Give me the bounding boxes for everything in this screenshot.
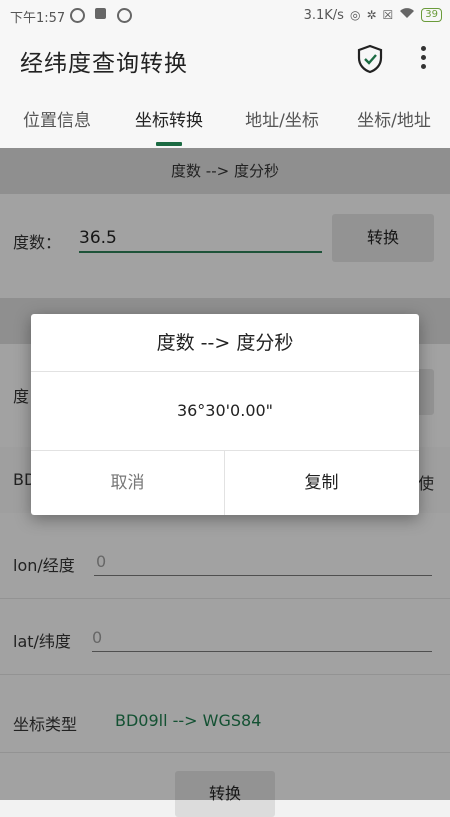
sync-icon [117,8,132,23]
notification-icon [70,8,85,23]
result-dialog: 度数 --> 度分秒 36°30'0.00" 取消 复制 [31,314,419,515]
dialog-message: 36°30'0.00" [176,401,274,420]
nfc-icon: ◎ [349,8,361,22]
battery-icon: 39 [421,8,442,22]
wifi-icon [399,7,415,23]
status-time: 下午1:57 [10,11,66,26]
tab-location-info[interactable]: 位置信息 [14,106,100,131]
dialog-cancel-button[interactable]: 取消 [31,451,224,515]
shield-check-icon[interactable] [356,44,384,78]
tab-coordinate-to-address[interactable]: 坐标/地址 [348,106,440,131]
net-speed: 3.1K/s [303,7,344,23]
app-title: 经纬度查询转换 [20,51,188,77]
sim-off-icon: ☒ [382,8,394,22]
tab-address-to-coordinate[interactable]: 地址/坐标 [236,106,328,131]
more-vert-icon[interactable] [416,46,430,72]
tab-coordinate-convert[interactable]: 坐标转换 [126,106,212,131]
app-notification-icon [95,8,106,19]
bluetooth-icon: ✲ [366,8,377,22]
dialog-title: 度数 --> 度分秒 [156,332,294,354]
status-bar: 下午1:57 3.1K/s ◎ ✲ ☒ 39 [0,0,450,30]
status-right: 3.1K/s ◎ ✲ ☒ 39 [304,7,442,23]
dialog-copy-button[interactable]: 复制 [225,451,418,515]
tab-indicator [156,142,182,146]
app-bar: 经纬度查询转换 位置信息 坐标转换 地址/坐标 坐标/地址 [0,30,450,148]
